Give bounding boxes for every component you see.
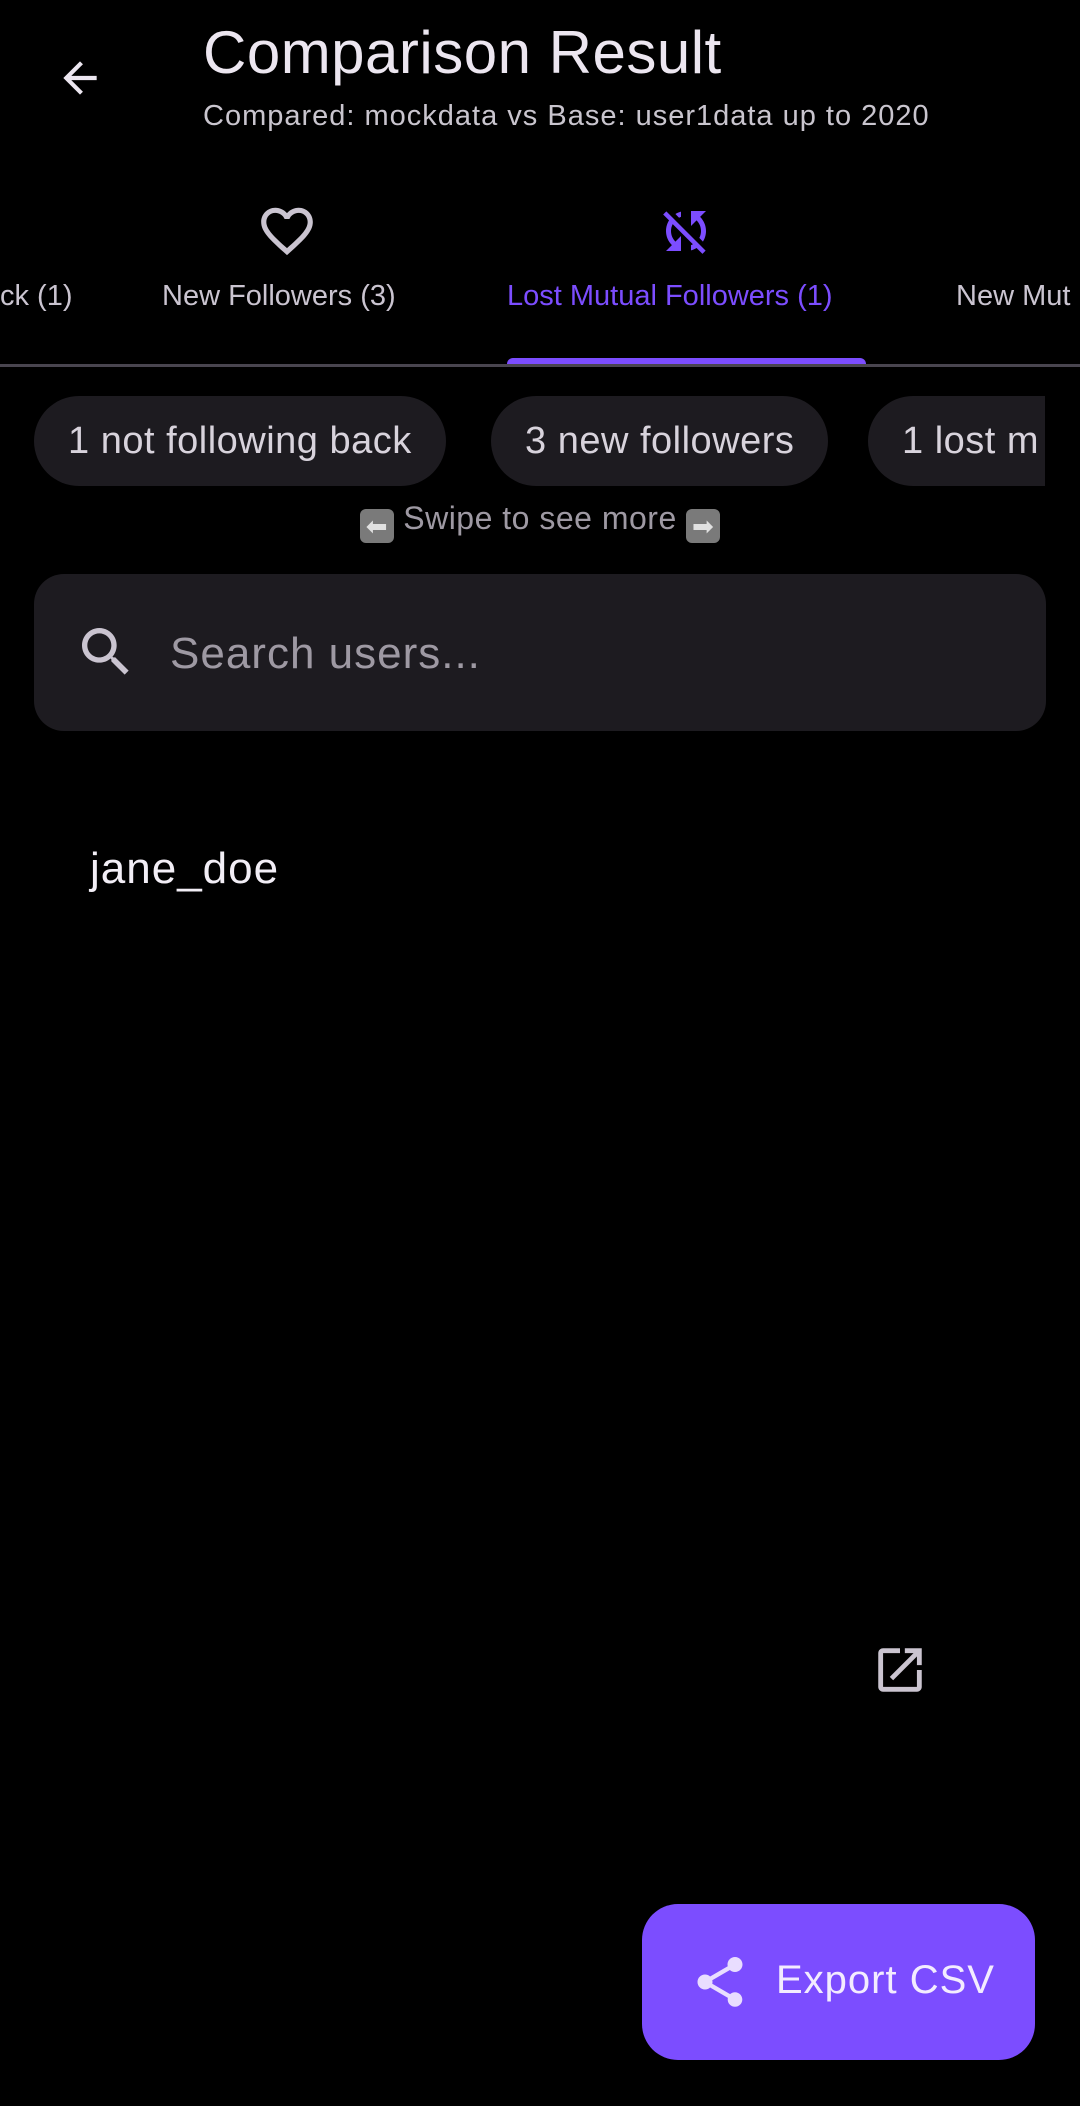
export-csv-label: Export CSV — [776, 1958, 995, 2002]
swipe-hint: ⬅ Swipe to see more ➡ — [0, 500, 1080, 543]
tab-not-following-back[interactable]: ck (1) — [0, 185, 90, 368]
summary-chips[interactable]: 1 not following back 3 new followers 1 l… — [34, 396, 1045, 486]
heart-outline-icon — [255, 199, 319, 263]
chip-new-followers[interactable]: 3 new followers — [491, 396, 829, 486]
page-subtitle: Compared: mockdata vs Base: user1data up… — [203, 100, 930, 132]
tab-bar: ck (1) New Followers (3) Lost Mutual Fol… — [0, 185, 1080, 368]
arrow-back-icon — [63, 61, 97, 95]
tab-label: New Mut — [956, 280, 1071, 312]
arrow-right-emoji-icon: ➡ — [686, 509, 721, 543]
list-item[interactable]: jane_doe — [0, 800, 1080, 1692]
tabs-divider — [0, 364, 1080, 367]
share-icon — [697, 1957, 743, 2007]
search-icon — [82, 628, 129, 675]
tab-lost-mutual-followers[interactable]: Lost Mutual Followers (1) — [507, 185, 866, 368]
chip-lost-mutual[interactable]: 1 lost m — [868, 396, 1045, 486]
tab-label: New Followers (3) — [162, 280, 396, 312]
open-in-new-icon — [878, 1648, 922, 1692]
app-bar: Comparison Result Compared: mockdata vs … — [0, 0, 1080, 170]
tab-new-followers[interactable]: New Followers (3) — [162, 185, 416, 368]
sync-disabled-icon — [654, 199, 718, 263]
arrow-left-emoji-icon: ⬅ — [359, 509, 394, 543]
tab-new-mutual-followers[interactable]: New Mut — [956, 185, 1080, 368]
export-csv-button[interactable]: Export CSV — [642, 1904, 1035, 2060]
search-bar[interactable] — [34, 574, 1046, 733]
chip-not-following-back[interactable]: 1 not following back — [34, 396, 446, 486]
open-profile-button[interactable] — [866, 1636, 934, 1704]
username: jane_doe — [90, 844, 280, 893]
page-title: Comparison Result — [203, 19, 722, 86]
swipe-hint-text: Swipe to see more — [403, 500, 677, 536]
back-button[interactable] — [40, 38, 120, 118]
search-input[interactable] — [168, 574, 1012, 733]
tab-label: Lost Mutual Followers (1) — [507, 280, 833, 312]
tab-label: ck (1) — [0, 280, 73, 312]
